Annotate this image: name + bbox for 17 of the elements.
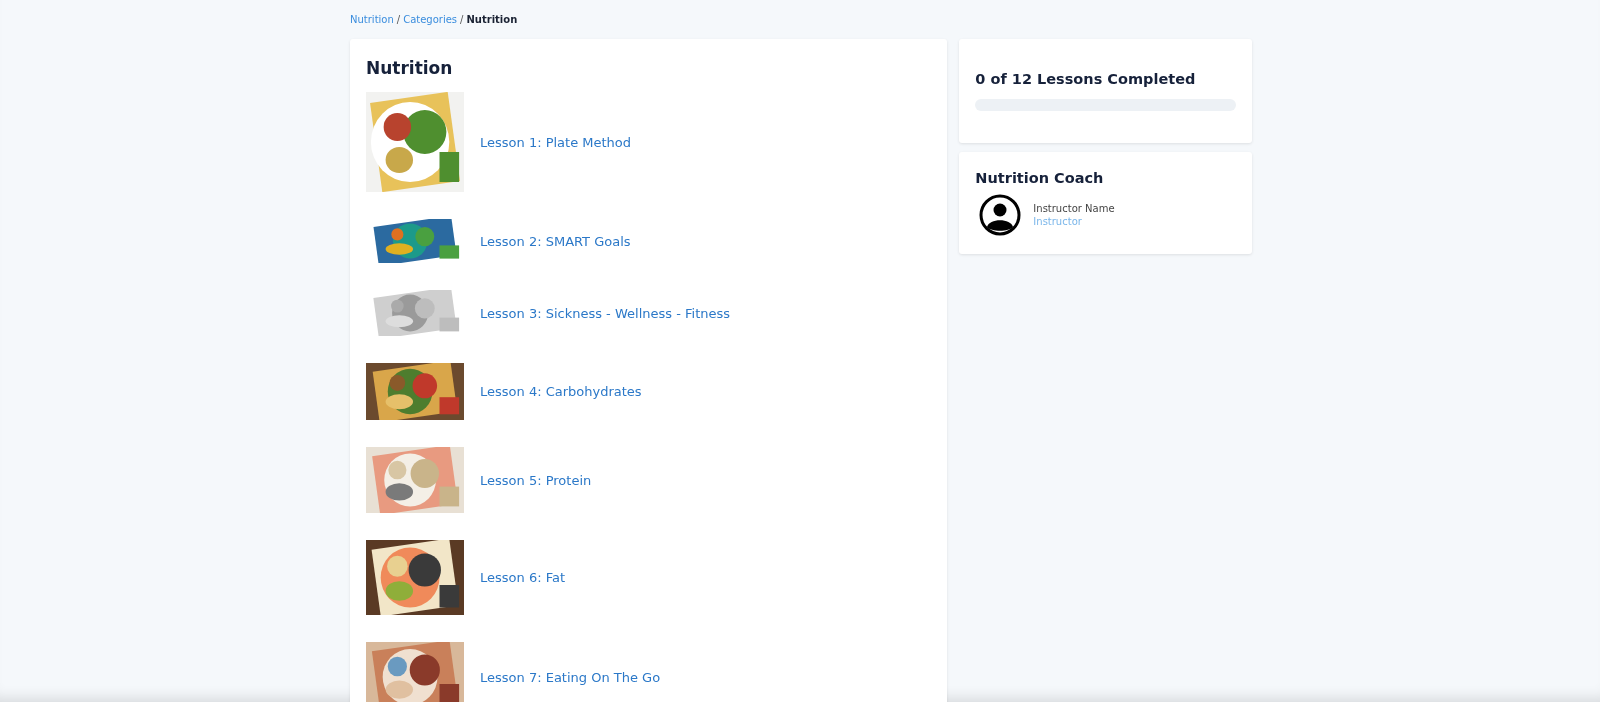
course-title: Nutrition <box>366 58 454 78</box>
progress-label: 0 of 12 Lessons Completed <box>975 71 1197 87</box>
breadcrumb-link[interactable]: Categories <box>403 14 458 25</box>
lesson-link[interactable]: Lesson 4: Carbohydrates <box>480 384 642 399</box>
lesson-link[interactable]: Lesson 5: Protein <box>480 472 592 488</box>
coach-title: Nutrition Coach <box>975 170 1105 186</box>
lesson-link[interactable]: Lesson 2: SMART Goals <box>480 233 631 249</box>
lesson-link[interactable]: Lesson 6: Fat <box>480 570 565 585</box>
instructor-name: Instructor Name <box>1033 203 1115 214</box>
breadcrumb-separator: / <box>460 14 464 25</box>
lesson-link[interactable]: Lesson 7: Eating On The Go <box>480 669 661 685</box>
breadcrumb-current: Nutrition <box>466 14 518 25</box>
breadcrumb-link[interactable]: Nutrition <box>350 14 394 25</box>
breadcrumb-separator: / <box>396 14 401 25</box>
lesson-link[interactable]: Lesson 3: Sickness - Wellness - Fitness <box>480 305 731 321</box>
avatar-icon <box>979 194 1022 236</box>
lesson-link[interactable]: Lesson 1: Plate Method <box>480 134 632 150</box>
